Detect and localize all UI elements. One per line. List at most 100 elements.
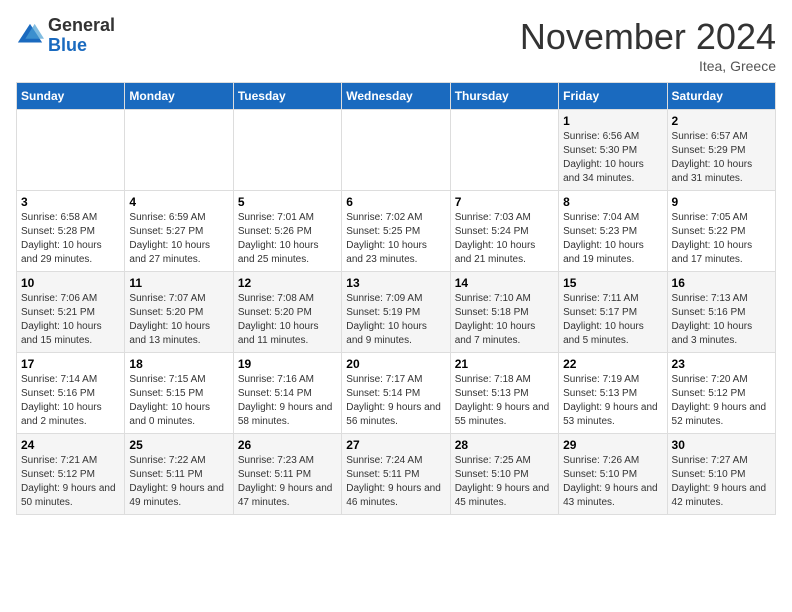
day-number: 18 [129,357,228,371]
week-row-1: 1 Sunrise: 6:56 AM Sunset: 5:30 PM Daylig… [17,110,776,191]
day-number: 14 [455,276,554,290]
day-info: Sunrise: 7:24 AM Sunset: 5:11 PM Dayligh… [346,454,445,510]
day-info: Sunrise: 6:57 AM Sunset: 5:29 PM Dayligh… [672,130,771,186]
day-info: Sunrise: 7:13 AM Sunset: 5:16 PM Dayligh… [672,292,771,348]
week-row-5: 24Sunrise: 7:21 AM Sunset: 5:12 PM Dayli… [17,434,776,515]
calendar-cell: 20Sunrise: 7:17 AM Sunset: 5:14 PM Dayli… [342,353,450,434]
day-number: 7 [455,195,554,209]
calendar-cell: 17Sunrise: 7:14 AM Sunset: 5:16 PM Dayli… [17,353,125,434]
day-info: Sunrise: 7:15 AM Sunset: 5:15 PM Dayligh… [129,373,228,429]
day-info: Sunrise: 7:20 AM Sunset: 5:12 PM Dayligh… [672,373,771,429]
calendar-cell: 8 Sunrise: 7:04 AM Sunset: 5:23 PM Daylig… [559,191,667,272]
day-info: Sunrise: 7:01 AM Sunset: 5:26 PM Dayligh… [238,211,337,267]
logo-blue: Blue [48,36,115,56]
day-info: Sunrise: 7:05 AM Sunset: 5:22 PM Dayligh… [672,211,771,267]
calendar-cell: 11Sunrise: 7:07 AM Sunset: 5:20 PM Dayli… [125,272,233,353]
weekday-header-tuesday: Tuesday [233,83,341,110]
day-info: Sunrise: 7:08 AM Sunset: 5:20 PM Dayligh… [238,292,337,348]
calendar-cell: 2 Sunrise: 6:57 AM Sunset: 5:29 PM Daylig… [667,110,775,191]
day-info: Sunrise: 6:58 AM Sunset: 5:28 PM Dayligh… [21,211,120,267]
day-number: 29 [563,438,662,452]
calendar-cell: 23 Sunrise: 7:20 AM Sunset: 5:12 PM Dayli… [667,353,775,434]
day-number: 15 [563,276,662,290]
day-number: 23 [672,357,771,371]
day-number: 5 [238,195,337,209]
calendar-cell: 21 Sunrise: 7:18 AM Sunset: 5:13 PM Dayli… [450,353,558,434]
day-number: 6 [346,195,445,209]
calendar-cell: 30 Sunrise: 7:27 AM Sunset: 5:10 PM Dayli… [667,434,775,515]
day-info: Sunrise: 6:59 AM Sunset: 5:27 PM Dayligh… [129,211,228,267]
day-number: 13 [346,276,445,290]
logo-text: General Blue [48,16,115,56]
calendar-cell [125,110,233,191]
day-number: 28 [455,438,554,452]
day-info: Sunrise: 7:18 AM Sunset: 5:13 PM Dayligh… [455,373,554,429]
calendar-cell [450,110,558,191]
calendar-cell [342,110,450,191]
week-row-4: 17Sunrise: 7:14 AM Sunset: 5:16 PM Dayli… [17,353,776,434]
day-number: 1 [563,114,662,128]
calendar-cell: 19 Sunrise: 7:16 AM Sunset: 5:14 PM Dayli… [233,353,341,434]
logo: General Blue [16,16,115,56]
calendar-cell: 13 Sunrise: 7:09 AM Sunset: 5:19 PM Dayli… [342,272,450,353]
weekday-header-friday: Friday [559,83,667,110]
day-info: Sunrise: 7:04 AM Sunset: 5:23 PM Dayligh… [563,211,662,267]
day-number: 10 [21,276,120,290]
weekday-header-row: SundayMondayTuesdayWednesdayThursdayFrid… [17,83,776,110]
day-info: Sunrise: 7:23 AM Sunset: 5:11 PM Dayligh… [238,454,337,510]
day-number: 16 [672,276,771,290]
day-info: Sunrise: 7:06 AM Sunset: 5:21 PM Dayligh… [21,292,120,348]
calendar-cell [17,110,125,191]
day-number: 22 [563,357,662,371]
logo-icon [16,22,44,50]
weekday-header-sunday: Sunday [17,83,125,110]
calendar-cell: 5 Sunrise: 7:01 AM Sunset: 5:26 PM Daylig… [233,191,341,272]
week-row-3: 10 Sunrise: 7:06 AM Sunset: 5:21 PM Dayli… [17,272,776,353]
day-info: Sunrise: 7:19 AM Sunset: 5:13 PM Dayligh… [563,373,662,429]
day-info: Sunrise: 7:09 AM Sunset: 5:19 PM Dayligh… [346,292,445,348]
calendar-cell: 22 Sunrise: 7:19 AM Sunset: 5:13 PM Dayli… [559,353,667,434]
calendar-cell: 6Sunrise: 7:02 AM Sunset: 5:25 PM Daylig… [342,191,450,272]
calendar-cell: 27 Sunrise: 7:24 AM Sunset: 5:11 PM Dayli… [342,434,450,515]
day-info: Sunrise: 7:07 AM Sunset: 5:20 PM Dayligh… [129,292,228,348]
calendar-cell: 29Sunrise: 7:26 AM Sunset: 5:10 PM Dayli… [559,434,667,515]
title-area: November 2024 Itea, Greece [520,16,776,74]
day-number: 19 [238,357,337,371]
weekday-header-saturday: Saturday [667,83,775,110]
calendar-cell: 10 Sunrise: 7:06 AM Sunset: 5:21 PM Dayli… [17,272,125,353]
day-info: Sunrise: 7:11 AM Sunset: 5:17 PM Dayligh… [563,292,662,348]
day-info: Sunrise: 7:25 AM Sunset: 5:10 PM Dayligh… [455,454,554,510]
day-info: Sunrise: 7:27 AM Sunset: 5:10 PM Dayligh… [672,454,771,510]
calendar-cell: 18 Sunrise: 7:15 AM Sunset: 5:15 PM Dayli… [125,353,233,434]
logo-general: General [48,16,115,36]
calendar-cell: 14Sunrise: 7:10 AM Sunset: 5:18 PM Dayli… [450,272,558,353]
calendar-cell: 15 Sunrise: 7:11 AM Sunset: 5:17 PM Dayli… [559,272,667,353]
day-number: 30 [672,438,771,452]
day-info: Sunrise: 6:56 AM Sunset: 5:30 PM Dayligh… [563,130,662,186]
day-number: 21 [455,357,554,371]
calendar-table: SundayMondayTuesdayWednesdayThursdayFrid… [16,82,776,515]
day-number: 8 [563,195,662,209]
day-number: 2 [672,114,771,128]
day-number: 25 [129,438,228,452]
calendar-cell: 1 Sunrise: 6:56 AM Sunset: 5:30 PM Daylig… [559,110,667,191]
day-info: Sunrise: 7:17 AM Sunset: 5:14 PM Dayligh… [346,373,445,429]
calendar-cell [233,110,341,191]
day-number: 3 [21,195,120,209]
day-number: 12 [238,276,337,290]
weekday-header-wednesday: Wednesday [342,83,450,110]
calendar-cell: 9 Sunrise: 7:05 AM Sunset: 5:22 PM Daylig… [667,191,775,272]
calendar-cell: 4Sunrise: 6:59 AM Sunset: 5:27 PM Daylig… [125,191,233,272]
calendar-cell: 24Sunrise: 7:21 AM Sunset: 5:12 PM Dayli… [17,434,125,515]
day-number: 9 [672,195,771,209]
calendar-cell: 28 Sunrise: 7:25 AM Sunset: 5:10 PM Dayli… [450,434,558,515]
calendar-cell: 25Sunrise: 7:22 AM Sunset: 5:11 PM Dayli… [125,434,233,515]
week-row-2: 3 Sunrise: 6:58 AM Sunset: 5:28 PM Daylig… [17,191,776,272]
day-number: 27 [346,438,445,452]
calendar-cell: 12 Sunrise: 7:08 AM Sunset: 5:20 PM Dayli… [233,272,341,353]
calendar-cell: 7Sunrise: 7:03 AM Sunset: 5:24 PM Daylig… [450,191,558,272]
weekday-header-monday: Monday [125,83,233,110]
calendar-cell: 16 Sunrise: 7:13 AM Sunset: 5:16 PM Dayli… [667,272,775,353]
day-info: Sunrise: 7:16 AM Sunset: 5:14 PM Dayligh… [238,373,337,429]
day-number: 26 [238,438,337,452]
